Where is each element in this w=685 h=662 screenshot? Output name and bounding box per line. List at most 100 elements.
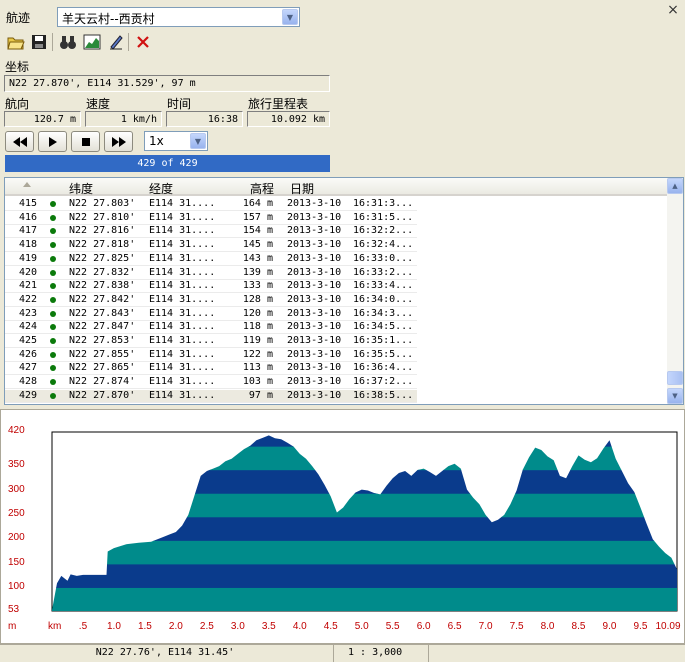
close-button[interactable]: × [666,3,680,17]
waypoint-dot-icon [50,214,56,221]
table-cell: 128 m [242,293,273,305]
table-cell: E114 31.... [149,266,216,278]
table-cell: 425 [19,335,38,346]
table-row[interactable]: 423 N22 27.843' E114 31.... 120 m 2013-3-10 1… [5,308,417,321]
playback-speed-select[interactable]: 1x ▼ [144,131,208,151]
table-cell: 16:33:2... [353,266,414,278]
table-row[interactable]: 419 N22 27.825' E114 31.... 143 m 2013-3-10 1… [5,253,417,266]
sort-asc-icon[interactable] [23,182,31,187]
y-tick-label: 53 [8,604,20,615]
table-cell: 164 m [242,198,273,209]
table-cell: N22 27.847' [69,321,136,333]
table-cell: 97 m [248,389,273,401]
x-tick-label: 7.0 [478,621,493,632]
table-scrollbar[interactable]: ▲ ▼ [667,178,683,404]
table-row[interactable]: 422 N22 27.842' E114 31.... 128 m 2013-3-10 1… [5,294,417,307]
binoculars-icon[interactable] [58,32,78,52]
table-cell: 139 m [242,266,273,278]
x-tick-label: 8.0 [540,621,555,632]
rewind-button[interactable] [5,131,34,152]
table-cell: 418 [19,239,38,251]
pen-icon[interactable] [106,32,126,52]
table-row[interactable]: 429 N22 27.870' E114 31.... 97 m 2013-3-10 16… [5,389,417,403]
x-tick-label: .5 [78,621,88,632]
table-row[interactable]: 418 N22 27.818' E114 31.... 145 m 2013-3-10 1… [5,239,417,253]
table-cell: 2013-3-10 [287,280,342,292]
delete-icon[interactable] [133,32,153,52]
table-row[interactable]: 424 N22 27.847' E114 31.... 118 m 2013-3-10 1… [5,321,417,335]
x-tick-label: 4.0 [292,621,307,632]
table-cell: N22 27.865' [69,362,136,374]
chart-icon[interactable] [82,32,102,52]
table-cell: N22 27.832' [69,266,136,278]
status-coord: N22 27.76', E114 31.45' [95,647,235,658]
fast-forward-button[interactable] [104,131,133,152]
table-cell: 16:34:0... [353,293,414,305]
elevation-chart[interactable] [0,409,685,643]
table-cell: 133 m [242,280,273,292]
x-tick-label: 9.0 [602,621,617,632]
odometer-value: 10.092 km [247,111,330,127]
track-select-value: 羊天云村--西贡村 [62,12,155,26]
waypoint-dot-icon [50,310,56,317]
table-row[interactable]: 426 N22 27.855' E114 31.... 122 m 2013-3-10 1… [5,349,417,362]
table-cell: N22 27.810' [69,211,136,223]
table-cell: 113 m [242,362,273,374]
table-cell: 143 m [242,252,273,264]
elevation-band [52,563,677,588]
track-select[interactable]: 羊天云村--西贡村 ▼ [57,7,300,27]
column-header-date[interactable]: 日期 [290,180,314,197]
waypoint-dot-icon [50,296,56,303]
scroll-thumb[interactable] [667,371,683,385]
table-row[interactable]: 428 N22 27.874' E114 31.... 103 m 2013-3-10 1… [5,376,417,390]
table-cell: N22 27.842' [69,293,136,305]
column-header-lon[interactable]: 经度 [149,180,173,197]
table-cell: E114 31.... [149,389,216,401]
table-cell: 2013-3-10 [287,348,342,360]
waypoint-dot-icon [50,255,56,262]
table-cell: 423 [19,307,38,319]
table-row[interactable]: 421 N22 27.838' E114 31.... 133 m 2013-3-10 1… [5,280,417,294]
open-folder-icon[interactable] [6,32,26,52]
toolbar-separator [52,33,53,51]
waypoint-dot-icon [50,283,56,290]
table-row[interactable]: 415 N22 27.803' E114 31.... 164 m 2013-3-10 1… [5,198,417,211]
play-button[interactable] [38,131,67,152]
scroll-up-icon[interactable]: ▲ [667,178,683,194]
track-point-table[interactable]: 纬度 经度 高程 日期 415 N22 27.803' E114 31.... 164… [4,177,684,405]
table-cell: E114 31.... [149,239,216,251]
table-cell: 2013-3-10 [287,225,342,237]
chevron-down-icon[interactable]: ▼ [282,9,298,25]
table-cell: 16:35:1... [353,335,414,346]
table-row[interactable]: 416 N22 27.810' E114 31.... 157 m 2013-3-10 1… [5,212,417,225]
coord-label: 坐标 [5,60,30,74]
table-row[interactable]: 427 N22 27.865' E114 31.... 113 m 2013-3-10 1… [5,362,417,376]
table-cell: 120 m [242,307,273,319]
table-cell: N22 27.874' [69,376,136,388]
coord-value: N22 27.870', E114 31.529', 97 m [4,75,330,92]
table-cell: E114 31.... [149,307,216,319]
table-row[interactable]: 425 N22 27.853' E114 31.... 119 m 2013-3-10 1… [5,335,417,348]
table-cell: E114 31.... [149,293,216,305]
table-row[interactable]: 420 N22 27.832' E114 31.... 139 m 2013-3-10 1… [5,267,417,280]
x-tick-label: 3.0 [230,621,245,632]
waypoint-dot-icon [50,242,56,249]
table-cell: 16:33:4... [353,280,414,292]
chevron-down-icon[interactable]: ▼ [190,133,206,149]
table-cell: N22 27.818' [69,239,136,251]
table-cell: 417 [19,225,38,237]
scroll-down-icon[interactable]: ▼ [667,388,683,404]
save-icon[interactable] [29,32,49,52]
table-cell: 422 [19,293,38,305]
table-cell: N22 27.838' [69,280,136,292]
column-header-elevation[interactable]: 高程 [250,180,274,197]
table-row[interactable]: 417 N22 27.816' E114 31.... 154 m 2013-3-10 1… [5,225,417,239]
table-cell: E114 31.... [149,280,216,292]
x-tick-label: 6.0 [416,621,431,632]
playback-speed-value: 1x [149,134,164,148]
waypoint-dot-icon [50,338,56,344]
waypoint-dot-icon [50,324,56,331]
stop-button[interactable] [71,131,100,152]
table-cell: 428 [19,376,38,388]
column-header-lat[interactable]: 纬度 [69,180,93,197]
